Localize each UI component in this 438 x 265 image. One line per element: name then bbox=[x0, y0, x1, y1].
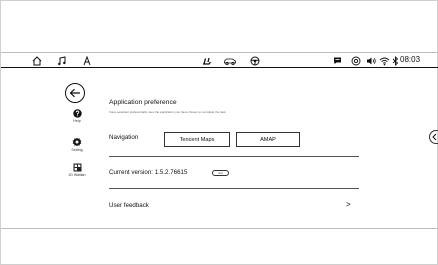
home-icon[interactable] bbox=[31, 54, 43, 67]
settings-content: Help Setting JD Wallian Application pref… bbox=[1, 68, 438, 228]
message-icon[interactable] bbox=[332, 54, 343, 67]
steering-wheel-icon[interactable] bbox=[249, 54, 261, 67]
divider bbox=[109, 156, 359, 157]
amap-option[interactable]: AMAP bbox=[236, 132, 300, 147]
divider bbox=[109, 188, 359, 189]
bottom-divider bbox=[1, 228, 438, 229]
current-version-label: Current version: 1.5.2.76615 bbox=[109, 169, 188, 176]
help-icon bbox=[57, 109, 97, 118]
car-icon[interactable] bbox=[222, 54, 237, 67]
jd-wallian-icon bbox=[57, 163, 97, 172]
navigation-label: Navigation bbox=[109, 134, 139, 141]
link-icon[interactable] bbox=[350, 54, 361, 67]
music-icon[interactable] bbox=[56, 54, 68, 67]
user-feedback-label[interactable]: User feedback bbox=[109, 202, 149, 209]
navigation-icon[interactable] bbox=[81, 54, 93, 67]
sidebar-item-setting[interactable]: Setting bbox=[57, 137, 97, 153]
seat-icon[interactable] bbox=[200, 54, 212, 67]
sidebar-item-jd-wallian[interactable]: JD Wallian bbox=[57, 163, 97, 178]
gear-icon bbox=[57, 137, 97, 147]
top-blank-area bbox=[1, 1, 438, 53]
back-button[interactable] bbox=[65, 83, 85, 103]
section-title: Application preference bbox=[109, 99, 177, 106]
new-version-badge: new bbox=[212, 170, 229, 176]
sidebar-item-help[interactable]: Help bbox=[57, 109, 97, 124]
chevron-left-icon bbox=[432, 133, 437, 141]
sidebar-item-label: Setting bbox=[71, 148, 83, 152]
status-bar: 08:03 bbox=[1, 53, 438, 68]
clock-time: 08:03 bbox=[400, 55, 421, 64]
sidebar-item-label: JD Wallian bbox=[68, 173, 86, 177]
volume-icon[interactable] bbox=[365, 54, 377, 67]
sidebar-item-label: Help bbox=[73, 119, 81, 123]
bluetooth-icon[interactable] bbox=[391, 54, 399, 67]
screen-frame: 08:03 Help Setting JD Wallian Applicatio… bbox=[0, 0, 438, 265]
chevron-right-icon[interactable]: > bbox=[346, 200, 351, 209]
arrow-left-icon bbox=[69, 88, 80, 98]
tencent-maps-option[interactable]: Tencent Maps bbox=[164, 132, 230, 147]
wifi-icon[interactable] bbox=[378, 54, 390, 67]
side-panel-handle[interactable] bbox=[429, 130, 438, 144]
section-description: Voice assistant preferentially uses the … bbox=[109, 110, 226, 114]
